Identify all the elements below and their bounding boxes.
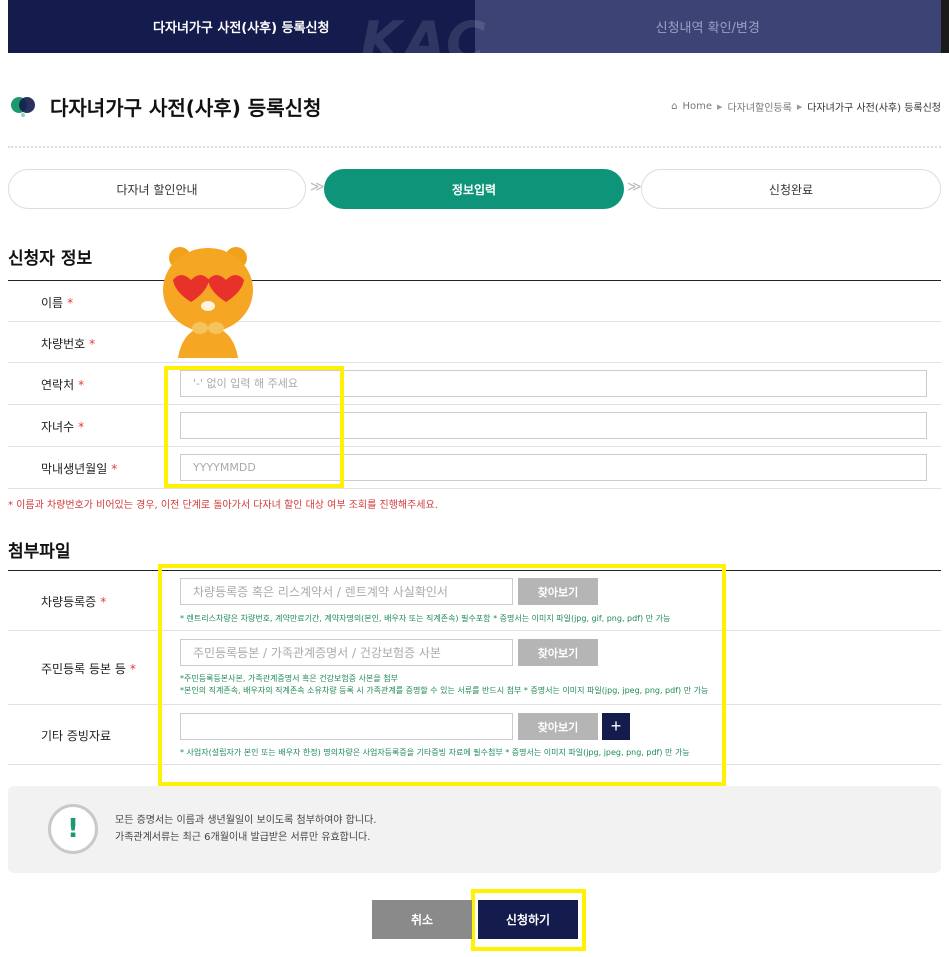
name-label: 이름 *: [41, 296, 74, 310]
car-number-label: 차량번호 *: [41, 337, 96, 351]
step-indicator: 다자녀 할인안내 ≫ 정보입력 ≫ 신청완료: [8, 169, 941, 209]
page-header: 다자녀가구 사전(사후) 등록신청 ⌂ Home ▶ 다자녀할인등록 ▶ 다자녀…: [8, 82, 941, 132]
cancel-button[interactable]: 취소: [372, 900, 472, 939]
divider: [8, 146, 941, 148]
page-title: 다자녀가구 사전(사후) 등록신청: [50, 96, 322, 120]
phone-label: 연락처 *: [41, 378, 85, 392]
form-row-phone: 연락처 *: [8, 363, 941, 405]
warning-text: * 이름과 차량번호가 비어있는 경우, 이전 단계로 돌아가서 다자녀 할인 …: [8, 500, 438, 511]
breadcrumb-current: 다자녀가구 사전(사후) 등록신청: [807, 103, 941, 114]
tab-history[interactable]: 신청내역 확인/변경: [474, 0, 941, 53]
submit-button[interactable]: 신청하기: [478, 900, 578, 939]
tab-registration-label: 다자녀가구 사전(사후) 등록신청: [153, 21, 330, 36]
breadcrumb-separator-icon: ▶: [796, 102, 803, 111]
breadcrumb: ⌂ Home ▶ 다자녀할인등록 ▶ 다자녀가구 사전(사후) 등록신청: [671, 99, 941, 114]
form-row-youngest-birthdate: 막내생년월일 *: [8, 447, 941, 489]
logo-icon: [11, 97, 35, 117]
youngest-birthdate-label: 막내생년월일 *: [41, 462, 118, 476]
step-info-input: 정보입력: [324, 169, 624, 209]
form-row-name: 이름 *: [8, 281, 941, 322]
form-row-children: 자녀수 *: [8, 405, 941, 447]
breadcrumb-separator-icon: ▶: [717, 102, 723, 111]
highlight-box-attachments: [158, 564, 726, 786]
step-guide: 다자녀 할인안내: [8, 169, 306, 209]
notice-box: ! 모든 증명서는 이름과 생년월일이 보이도록 첨부하여야 합니다. 가족관계…: [8, 786, 941, 873]
notice-line-1: 모든 증명서는 이름과 생년월일이 보이도록 첨부하여야 합니다.: [115, 815, 377, 826]
notice-text: 모든 증명서는 이름과 생년월일이 보이도록 첨부하여야 합니다. 가족관계서류…: [115, 812, 376, 846]
other-evidence-label: 기타 증빙자료: [41, 729, 112, 743]
children-count-label: 자녀수 *: [41, 420, 85, 434]
car-registration-label: 차량등록증 *: [41, 595, 107, 609]
form-row-car-number: 차량번호 *: [8, 322, 941, 363]
bear-sticker-image: [163, 247, 253, 358]
kac-watermark: KAC: [360, 10, 488, 73]
step-complete: 신청완료: [641, 169, 941, 209]
applicant-section-title: 신청자 정보: [8, 249, 93, 269]
highlight-box-contact: [164, 366, 344, 488]
home-icon: ⌂: [671, 101, 678, 112]
attachments-section-title: 첨부파일: [8, 542, 71, 562]
chevron-double-right-icon: ≫: [310, 179, 325, 195]
notice-line-2: 가족관계서류는 최근 6개월이내 발급받은 서류만 유효합니다.: [115, 832, 371, 843]
applicant-form: 이름* 차량번호* 연락처* 자녀수* 막내생년월일*: [8, 280, 941, 489]
exclamation-icon: !: [48, 804, 98, 854]
tab-history-label: 신청내역 확인/변경: [655, 21, 760, 36]
breadcrumb-discount[interactable]: 다자녀할인등록: [727, 99, 791, 114]
window-edge: [941, 0, 949, 53]
breadcrumb-home[interactable]: Home: [683, 101, 713, 112]
chevron-double-right-icon: ≫: [627, 179, 642, 195]
resident-registration-label: 주민등록 등본 등 *: [41, 662, 136, 676]
